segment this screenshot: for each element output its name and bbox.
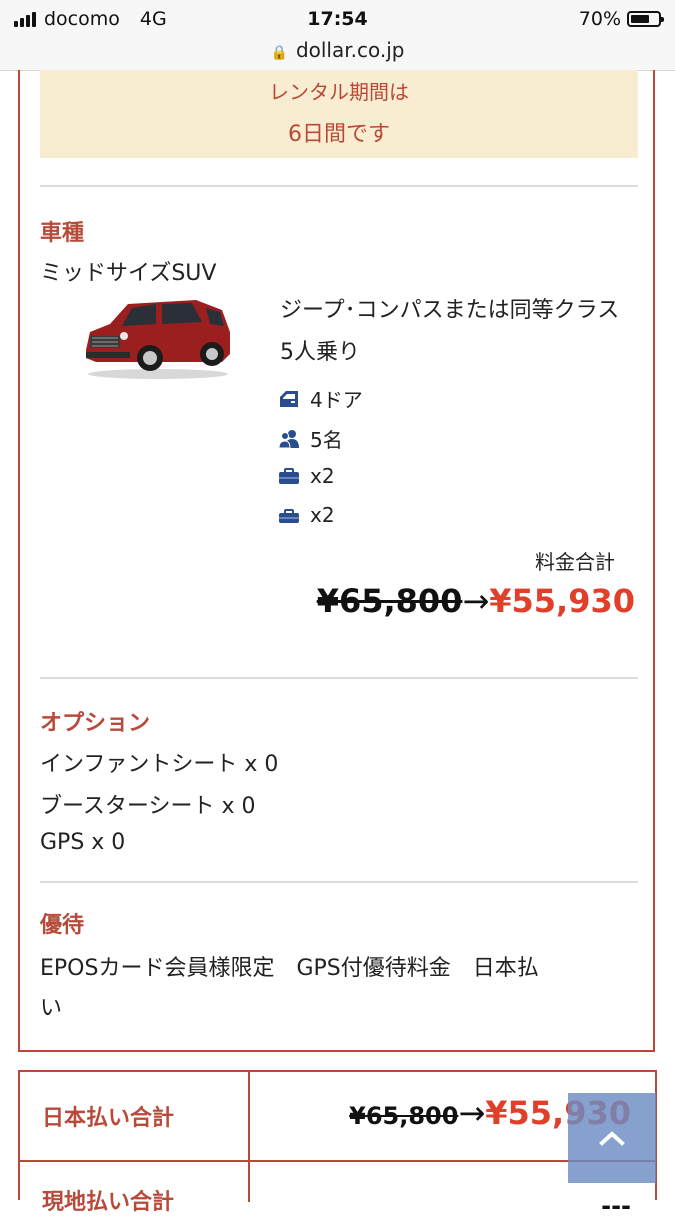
large-luggage-icon — [279, 468, 299, 484]
option-item: ブースターシート x 0 — [40, 794, 256, 819]
japan-payment-label: 日本払い合計 — [42, 1106, 175, 1131]
rental-period-banner: レンタル期間は 6日間です — [40, 70, 638, 158]
benefit-section-title: 優待 — [40, 913, 85, 938]
spec-small-luggage: x2 — [278, 503, 335, 527]
small-luggage-icon — [279, 509, 299, 523]
discounted-price: ¥55,930 — [489, 582, 635, 620]
total-price: ¥65,800→¥55,930 — [317, 582, 635, 620]
car-image — [86, 300, 230, 379]
reservation-card: レンタル期間は 6日間です 車種 ミッドサイズSUV ジープ･コンパスまたは同等… — [18, 70, 655, 1052]
rental-period-value: 6日間です — [288, 122, 390, 147]
divider — [40, 881, 638, 883]
url-text: dollar.co.jp — [295, 38, 405, 62]
options-section-title: オプション — [40, 711, 151, 736]
status-bar: docomo 4G 17:54 70% 🔒 dollar.co.jp — [0, 0, 675, 71]
original-price: ¥65,800 — [316, 582, 463, 620]
option-item: GPS x 0 — [40, 830, 126, 855]
battery-icon — [627, 11, 664, 27]
local-payment-label: 現地払い合計 — [42, 1190, 175, 1215]
people-icon — [278, 429, 299, 448]
column-divider — [248, 1072, 250, 1202]
lock-icon: 🔒 — [270, 45, 288, 61]
divider — [40, 185, 638, 187]
address-bar[interactable]: 🔒 dollar.co.jp — [0, 38, 675, 62]
benefit-text-line2: い — [40, 996, 63, 1021]
vehicle-class: ミッドサイズSUV — [40, 261, 217, 286]
total-price-label: 料金合計 — [535, 550, 615, 574]
local-payment-value: --- — [601, 1192, 631, 1220]
spec-doors-text: 4ドア — [310, 388, 363, 412]
option-item: インファントシート x 0 — [40, 752, 279, 777]
battery-percent: 70% — [578, 8, 621, 30]
spec-passengers: 5名 — [278, 424, 343, 453]
rental-period-label: レンタル期間は — [269, 80, 409, 104]
car-model-name: ジープ･コンパスまたは同等クラス5人乗り — [280, 298, 620, 365]
scroll-to-top-button[interactable] — [568, 1093, 656, 1183]
price-arrow: → — [462, 582, 490, 620]
spec-doors: 4ドア — [278, 384, 363, 413]
status-right: 70% — [578, 8, 664, 30]
divider — [40, 677, 638, 679]
japan-payment-row: 日本払い合計 ¥65,800→¥55,930 — [20, 1072, 655, 1162]
totals-table: 日本払い合計 ¥65,800→¥55,930 現地払い合計 --- — [18, 1070, 657, 1220]
clock: 17:54 — [307, 8, 368, 30]
japan-original-price: ¥65,800 — [349, 1102, 459, 1130]
price-arrow: → — [458, 1094, 486, 1132]
spec-passengers-text: 5名 — [310, 428, 343, 452]
spec-small-luggage-text: x2 — [310, 503, 335, 527]
vehicle-section-title: 車種 — [40, 221, 85, 246]
door-icon — [280, 390, 298, 407]
chevron-up-icon — [599, 1131, 625, 1146]
benefit-text-line1: EPOSカード会員様限定 GPS付優待料金 日本払 — [40, 956, 539, 981]
spec-large-luggage-text: x2 — [310, 464, 335, 488]
spec-large-luggage: x2 — [278, 464, 335, 488]
